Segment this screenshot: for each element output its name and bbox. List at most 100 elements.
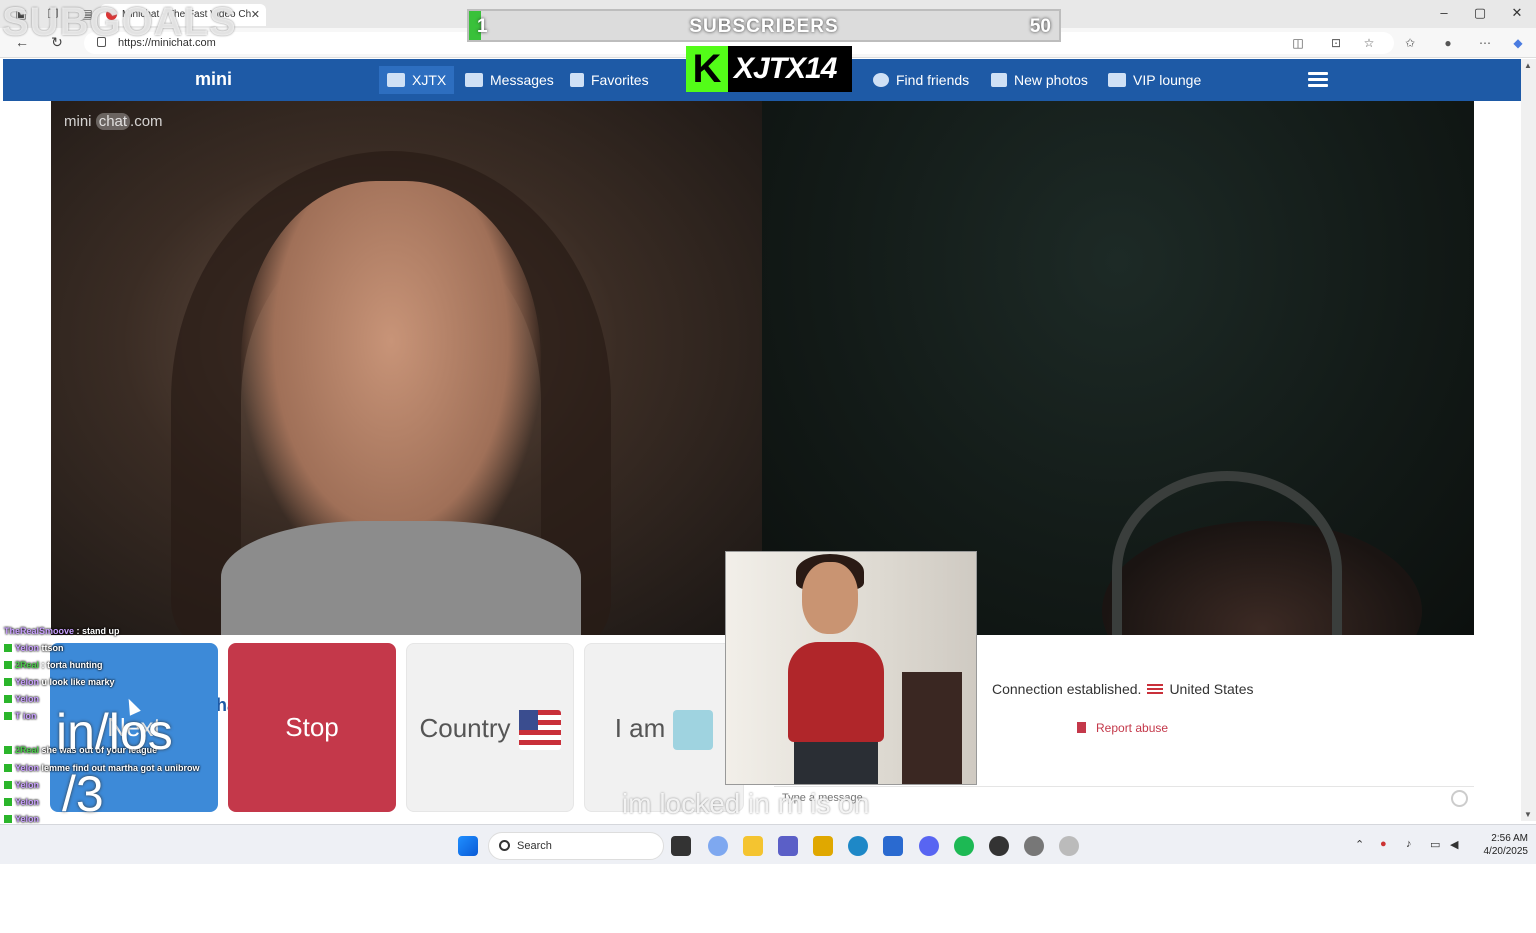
chevron-up-icon[interactable]: ⌃ <box>1355 838 1364 851</box>
nav-find-friends[interactable]: Find friends <box>873 72 969 88</box>
connection-text: Connection established. <box>992 681 1142 697</box>
taskbar-search-label: Search <box>517 840 552 852</box>
kick-channel-name: XJTX14 <box>734 52 837 85</box>
gender-label: I am <box>614 713 666 743</box>
logo-mini-text: mini <box>195 69 233 89</box>
nav-favorites[interactable]: Favorites <box>570 72 649 88</box>
task-view-icon[interactable] <box>671 836 691 856</box>
chat-message: Yelon <box>4 780 39 790</box>
copilot-icon[interactable]: ◆ <box>1510 35 1526 51</box>
taskbar-search[interactable]: Search <box>488 832 664 860</box>
us-flag-icon <box>518 710 561 751</box>
subscriber-label: SUBSCRIBERS <box>689 16 839 37</box>
chat-username: Yelon <box>15 763 40 773</box>
network-icon[interactable]: ▭ <box>1430 838 1440 851</box>
stop-button[interactable]: Stop <box>228 643 396 812</box>
chat-message: Yelon <box>4 814 39 824</box>
chat-username: Yelon <box>15 677 40 687</box>
teams-icon[interactable] <box>778 836 798 856</box>
nav-new-photos-label: New photos <box>1014 72 1088 88</box>
chat-badge-icon <box>4 764 12 772</box>
settings-gear-icon[interactable] <box>1024 836 1044 856</box>
chat-badge-icon <box>4 695 12 703</box>
webcam-pants <box>794 740 878 784</box>
edge-icon[interactable] <box>848 836 868 856</box>
country-button[interactable]: Country <box>406 643 574 812</box>
user-avatar-icon <box>387 73 405 87</box>
subscriber-goal-bar: 1 SUBSCRIBERS 50 <box>467 9 1061 42</box>
nav-profile[interactable]: XJTX <box>379 66 455 94</box>
chat-username: 2Real <box>15 745 40 755</box>
chat-message: 2Real : torta hunting <box>4 660 103 670</box>
chat-badge-icon <box>4 815 12 823</box>
chat-text: : stand up <box>76 626 120 636</box>
chat-message: Yelon ttson <box>4 643 64 653</box>
kick-channel-overlay: K XJTX14 <box>686 46 852 92</box>
chat-username: 2Real <box>15 660 40 670</box>
subgoals-overlay-text: SUBGOALS <box>2 0 237 44</box>
maximize-icon[interactable]: ▢ <box>1470 5 1490 21</box>
windows-taskbar: Search ⌃ ● ♪ ▭ ◀ 2:56 AM 4/20/2025 <box>0 824 1536 864</box>
nav-vip-lounge[interactable]: VIP lounge <box>1108 72 1201 88</box>
windows-start-icon[interactable] <box>458 836 478 856</box>
chat-badge-icon <box>4 644 12 652</box>
stranger-video: mini chat .com <box>51 101 762 635</box>
taskbar-clock[interactable]: 2:56 AM 4/20/2025 <box>1466 832 1529 858</box>
app-available-icon[interactable]: ⊡ <box>1328 35 1344 51</box>
volume-icon[interactable]: ◀ <box>1450 838 1458 851</box>
nav-find-friends-label: Find friends <box>896 72 970 88</box>
chat-message: Yelon u look like marky <box>4 677 115 687</box>
page-scrollbar[interactable]: ▲ ▼ <box>1521 59 1536 821</box>
minimize-icon[interactable]: – <box>1434 5 1454 20</box>
profile-avatar-icon[interactable]: ● <box>1440 35 1456 51</box>
chat-text: ttson <box>41 643 64 653</box>
us-flag-icon <box>1147 684 1164 695</box>
discord-icon[interactable] <box>919 836 939 856</box>
camera-icon[interactable]: ◫ <box>1290 35 1306 51</box>
scroll-up-icon[interactable]: ▲ <box>1524 61 1532 70</box>
overlay-text-1: in/los <box>56 704 173 760</box>
scroll-down-icon[interactable]: ▼ <box>1524 810 1532 819</box>
headphones-shape <box>1112 471 1342 635</box>
clock-date: 4/20/2025 <box>1483 846 1529 857</box>
chat-badge-icon <box>4 678 12 686</box>
minichat-logo[interactable]: mini chat <box>195 69 420 933</box>
app-icon[interactable] <box>1059 836 1079 856</box>
file-explorer-icon[interactable] <box>743 836 763 856</box>
message-input[interactable] <box>774 787 1414 809</box>
favorites-icon[interactable]: ✩ <box>1402 35 1418 51</box>
clock-time: 2:56 AM <box>1491 833 1528 844</box>
emoji-icon[interactable] <box>1451 790 1468 807</box>
webcam-face <box>802 562 858 634</box>
hamburger-menu-icon[interactable] <box>1308 72 1328 88</box>
gender-button[interactable]: I am <box>584 643 744 812</box>
spotify-icon[interactable] <box>954 836 974 856</box>
close-tab-icon[interactable]: ✕ <box>251 8 260 21</box>
report-abuse-link[interactable]: Report abuse <box>1077 721 1168 735</box>
chat-badge-icon <box>4 661 12 669</box>
nav-new-photos[interactable]: New photos <box>991 72 1088 88</box>
obs-icon[interactable] <box>989 836 1009 856</box>
more-menu-icon[interactable]: ⋯ <box>1477 35 1493 51</box>
overlay-text-2: /3 <box>62 766 104 822</box>
nav-messages[interactable]: Messages <box>465 72 554 88</box>
nav-vip-label: VIP lounge <box>1133 72 1202 88</box>
copilot-app-icon[interactable] <box>708 836 728 856</box>
message-input-row <box>774 786 1474 810</box>
nav-messages-label: Messages <box>490 72 554 88</box>
microphone-icon[interactable]: ♪ <box>1406 838 1412 850</box>
country-label: Country <box>419 713 511 743</box>
chat-username: T ion <box>15 711 37 721</box>
chat-badge-icon <box>4 746 12 754</box>
store-icon[interactable] <box>883 836 903 856</box>
security-icon[interactable]: ● <box>1380 838 1387 850</box>
user-avatar-icon <box>673 710 714 751</box>
search-icon <box>499 840 510 851</box>
flag-icon <box>1077 722 1086 733</box>
chat-username: Yelon <box>15 694 40 704</box>
close-window-icon[interactable]: ✕ <box>1507 5 1527 21</box>
star-icon[interactable]: ☆ <box>1361 35 1377 51</box>
rockstar-icon[interactable] <box>813 836 833 856</box>
subscriber-goal: 50 <box>1029 16 1051 37</box>
report-label: Report abuse <box>1096 721 1169 735</box>
